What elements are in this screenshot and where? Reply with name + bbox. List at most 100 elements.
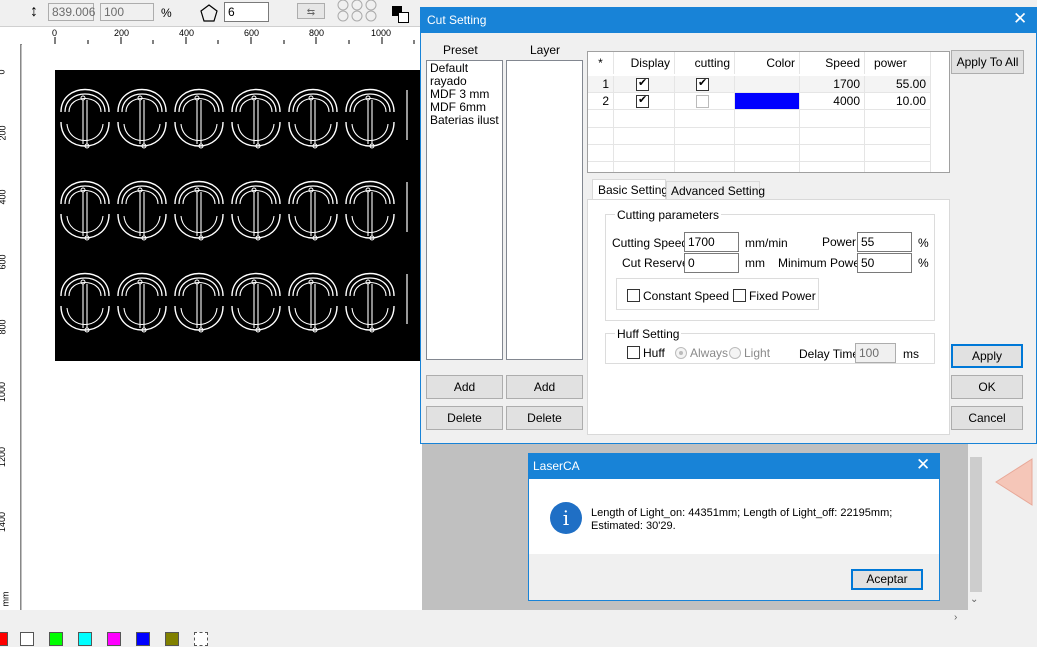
- toolbar-action-button[interactable]: ⇆: [297, 3, 325, 19]
- preset-label: Preset: [443, 43, 478, 57]
- list-item[interactable]: Default: [427, 62, 502, 75]
- speed-cell[interactable]: 1700: [800, 76, 865, 93]
- palette-swatch-pattern[interactable]: [194, 632, 208, 646]
- palette-swatch-red[interactable]: [0, 632, 8, 646]
- huff-checkbox[interactable]: [627, 346, 640, 359]
- fixed-power-label[interactable]: Fixed Power: [749, 289, 816, 303]
- dialog-titlebar[interactable]: Cut Setting ✕: [421, 8, 1036, 33]
- ruler-tick-label: 1400: [0, 511, 8, 533]
- palette-swatch-cyan[interactable]: [78, 632, 92, 646]
- table-header[interactable]: power le...: [865, 52, 931, 92]
- polygon-sides-input[interactable]: 6: [224, 2, 269, 22]
- cutting-speed-label: Cutting Speed: [612, 236, 689, 250]
- ok-button[interactable]: OK: [951, 375, 1023, 399]
- table-header[interactable]: Color: [735, 52, 800, 74]
- tab-label: Basic Setting: [598, 183, 669, 197]
- color-palette: [0, 628, 1037, 647]
- info-icon: i: [550, 502, 582, 534]
- power-cell[interactable]: 10.00: [865, 93, 931, 110]
- table-header[interactable]: *: [588, 52, 614, 74]
- design-preview[interactable]: [55, 70, 422, 361]
- minimum-power-label: Minimum Power: [778, 256, 865, 270]
- huff-label[interactable]: Huff: [643, 346, 665, 360]
- scrollbar-thumb[interactable]: [970, 457, 982, 592]
- delete-preset-button[interactable]: Delete: [426, 406, 503, 430]
- add-layer-button[interactable]: Add: [506, 375, 583, 399]
- minimum-power-input[interactable]: 50: [857, 253, 912, 273]
- light-radio[interactable]: [729, 347, 741, 359]
- ruler-tick-label: 1000: [371, 28, 392, 38]
- color-cell[interactable]: [735, 76, 800, 93]
- close-icon[interactable]: ✕: [1013, 9, 1027, 29]
- message-box: LaserCA ✕ i Length of Light_on: 44351mm;…: [528, 453, 940, 601]
- polygon-icon[interactable]: [199, 3, 219, 23]
- delay-time-input[interactable]: 100: [855, 343, 896, 363]
- constant-speed-label[interactable]: Constant Speed: [643, 289, 729, 303]
- table-header[interactable]: Display: [614, 52, 675, 74]
- palette-swatch-olive[interactable]: [165, 632, 179, 646]
- palette-swatch-blue[interactable]: [136, 632, 150, 646]
- list-item[interactable]: MDF 3 mm: [427, 88, 502, 101]
- tab-basic-setting[interactable]: Basic Setting: [592, 179, 669, 200]
- ruler-tick-label: 200: [114, 28, 130, 38]
- scroll-down-icon[interactable]: ⌄: [970, 594, 978, 605]
- arrow-icon: ⇆: [306, 7, 316, 18]
- list-item[interactable]: rayado: [427, 75, 502, 88]
- grid-line: [864, 110, 865, 172]
- cutting-checkbox[interactable]: [696, 76, 709, 91]
- fixed-power-checkbox[interactable]: [733, 289, 746, 302]
- tab-advanced-setting[interactable]: Advanced Setting: [666, 181, 765, 200]
- horizontal-scrollbar[interactable]: ›: [0, 610, 968, 627]
- accept-button[interactable]: Aceptar: [851, 569, 923, 590]
- grid-line: [588, 161, 931, 162]
- apply-to-all-button[interactable]: Apply To All: [951, 50, 1024, 74]
- constant-speed-checkbox[interactable]: [627, 289, 640, 302]
- table-header[interactable]: cutting: [675, 52, 735, 74]
- ruler-tick-label: 0: [0, 69, 7, 74]
- cutting-speed-input[interactable]: 1700: [684, 232, 739, 252]
- power-cell[interactable]: 55.00: [865, 76, 931, 93]
- height-icon: ↕: [30, 3, 38, 20]
- power-input[interactable]: 55: [857, 232, 912, 252]
- vertical-scrollbar[interactable]: ⌄: [968, 442, 984, 610]
- preset-list[interactable]: Default rayado MDF 3 mm MDF 6mm Baterias…: [426, 60, 503, 360]
- grid-line: [613, 110, 614, 172]
- list-item[interactable]: MDF 6mm: [427, 101, 502, 114]
- cut-reserve-label: Cut Reserve: [622, 256, 689, 270]
- speed-cell[interactable]: 4000: [800, 93, 865, 110]
- message-title: LaserCA: [533, 459, 580, 473]
- height-input[interactable]: 839.006: [48, 3, 95, 21]
- message-titlebar[interactable]: LaserCA ✕: [529, 454, 939, 479]
- color-swap-icon[interactable]: [392, 6, 409, 23]
- cutting-checkbox[interactable]: [696, 95, 709, 108]
- layer-list[interactable]: [506, 60, 583, 360]
- scale-input[interactable]: 100: [100, 3, 154, 21]
- display-checkbox[interactable]: [636, 93, 649, 108]
- palette-swatch-green[interactable]: [49, 632, 63, 646]
- always-radio[interactable]: [675, 347, 687, 359]
- ruler-tick-label: 400: [179, 28, 195, 38]
- display-checkbox[interactable]: [636, 76, 649, 91]
- delete-layer-button[interactable]: Delete: [506, 406, 583, 430]
- cut-setting-dialog: Cut Setting ✕ Preset Layer Default rayad…: [420, 7, 1037, 444]
- row-index: 1: [588, 76, 614, 93]
- palette-swatch-white[interactable]: [20, 632, 34, 646]
- palette-swatch-magenta[interactable]: [107, 632, 121, 646]
- grid-line: [674, 110, 675, 172]
- layer-table[interactable]: * Display cutting Color Speed power le..…: [587, 51, 950, 173]
- circles-icon[interactable]: [336, 0, 378, 22]
- apply-button[interactable]: Apply: [951, 344, 1023, 368]
- grid-line: [799, 110, 800, 172]
- table-header[interactable]: Speed: [800, 52, 865, 74]
- scroll-right-icon[interactable]: ›: [954, 612, 957, 623]
- color-cell[interactable]: [735, 93, 800, 110]
- add-preset-button[interactable]: Add: [426, 375, 503, 399]
- close-icon[interactable]: ✕: [916, 455, 930, 475]
- cancel-button[interactable]: Cancel: [951, 406, 1023, 430]
- list-item[interactable]: Baterias ilust cc: [427, 114, 502, 127]
- cut-reserve-input[interactable]: 0: [684, 253, 739, 273]
- triangle-left-icon[interactable]: [994, 457, 1034, 507]
- message-line-1: Length of Light_on: 44351mm; Length of L…: [591, 507, 893, 519]
- ruler-tick-label: 600: [244, 28, 260, 38]
- ruler-unit: mm: [0, 591, 11, 607]
